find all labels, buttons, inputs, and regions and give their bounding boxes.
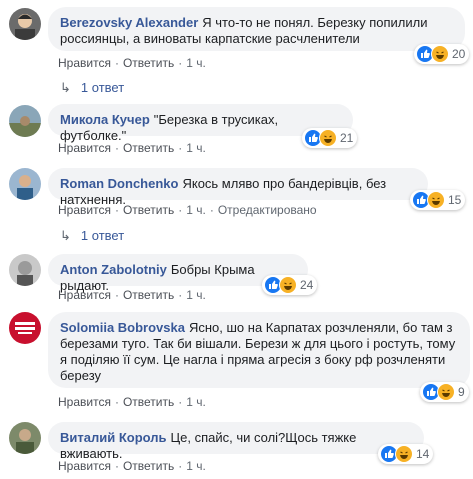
view-replies-link[interactable]: ↳ 1 ответ — [60, 80, 124, 96]
reply-link[interactable]: Ответить — [123, 288, 174, 302]
comment-actions: Нравится · Ответить · 1 ч. — [58, 56, 206, 70]
haha-reaction-icon — [319, 129, 337, 147]
comment-actions: Нравится · Ответить · 1 ч. — [58, 459, 206, 473]
reaction-summary[interactable]: 14 — [378, 444, 434, 464]
reply-link[interactable]: Ответить — [123, 56, 174, 70]
like-link[interactable]: Нравится — [58, 288, 111, 302]
comment-time[interactable]: 1 ч. — [186, 203, 206, 217]
reaction-count: 20 — [452, 47, 466, 61]
comment-actions: Нравится · Ответить · 1 ч. — [58, 395, 206, 409]
avatar-image — [15, 14, 35, 40]
edited-label[interactable]: Отредактировано — [218, 203, 317, 217]
avatar-image — [16, 429, 34, 454]
comment-author[interactable]: Berezovsky Alexander — [60, 15, 198, 30]
replies-count[interactable]: 1 ответ — [81, 80, 124, 95]
comment-bubble: Виталий Король Це, спайс, чи солі?Щось тя… — [48, 422, 424, 461]
reply-link[interactable]: Ответить — [123, 395, 174, 409]
comment-actions: Нравится · Ответить · 1 ч. — [58, 141, 206, 155]
reply-link[interactable]: Ответить — [123, 141, 174, 155]
comment-time[interactable]: 1 ч. — [186, 395, 206, 409]
comment-author[interactable]: Roman Donchenko — [60, 176, 178, 191]
reply-link[interactable]: Ответить — [123, 459, 174, 473]
reply-link[interactable]: Ответить — [123, 203, 174, 217]
reaction-summary[interactable]: 20 — [414, 44, 470, 64]
comment-bubble: Solomiia Bobrovska Ясно, шо на Карпатах р… — [48, 312, 470, 388]
reaction-summary[interactable]: 24 — [262, 275, 318, 295]
comment-bubble: Roman Donchenko Якось мляво про бандерівц… — [48, 168, 428, 207]
haha-reaction-icon — [431, 45, 449, 63]
reaction-summary[interactable]: 15 — [410, 190, 466, 210]
comment-author[interactable]: Микола Кучер — [60, 112, 150, 127]
comment-author[interactable]: Solomiia Bobrovska — [60, 320, 185, 335]
avatar[interactable] — [9, 105, 41, 137]
avatar[interactable] — [9, 254, 41, 286]
like-link[interactable]: Нравится — [58, 395, 111, 409]
avatar[interactable] — [9, 168, 41, 200]
reaction-count: 14 — [416, 447, 430, 461]
reaction-count: 9 — [458, 385, 465, 399]
comment-author[interactable]: Anton Zabolotniy — [60, 262, 167, 277]
comment-time[interactable]: 1 ч. — [186, 459, 206, 473]
reaction-summary[interactable]: 21 — [302, 128, 358, 148]
view-replies-link[interactable]: ↳ 1 ответ — [60, 228, 124, 244]
like-link[interactable]: Нравится — [58, 203, 111, 217]
avatar[interactable] — [9, 422, 41, 454]
comment-time[interactable]: 1 ч. — [186, 141, 206, 155]
like-link[interactable]: Нравится — [58, 141, 111, 155]
avatar-image — [17, 175, 33, 200]
comment-bubble: Berezovsky Alexander Я что-то не понял. Б… — [48, 7, 465, 51]
comment-actions: Нравится · Ответить · 1 ч. — [58, 288, 206, 302]
avatar[interactable] — [9, 8, 41, 40]
haha-reaction-icon — [395, 445, 413, 463]
reply-arrow-icon: ↳ — [60, 80, 71, 95]
avatar[interactable] — [9, 312, 41, 344]
comment-actions: Нравится · Ответить · 1 ч. · Отредактировано — [58, 203, 317, 217]
comment-time[interactable]: 1 ч. — [186, 56, 206, 70]
haha-reaction-icon — [427, 191, 445, 209]
haha-reaction-icon — [437, 383, 455, 401]
like-link[interactable]: Нравится — [58, 459, 111, 473]
comment-time[interactable]: 1 ч. — [186, 288, 206, 302]
reaction-count: 15 — [448, 193, 462, 207]
comment-author[interactable]: Виталий Король — [60, 430, 167, 445]
avatar-image — [9, 116, 41, 137]
reply-arrow-icon: ↳ — [60, 228, 71, 243]
haha-reaction-icon — [279, 276, 297, 294]
avatar-image — [15, 322, 35, 334]
avatar-image — [17, 261, 33, 286]
reaction-count: 24 — [300, 278, 314, 292]
reaction-count: 21 — [340, 131, 354, 145]
reaction-summary[interactable]: 9 — [420, 382, 469, 402]
like-link[interactable]: Нравится — [58, 56, 111, 70]
replies-count[interactable]: 1 ответ — [81, 228, 124, 243]
